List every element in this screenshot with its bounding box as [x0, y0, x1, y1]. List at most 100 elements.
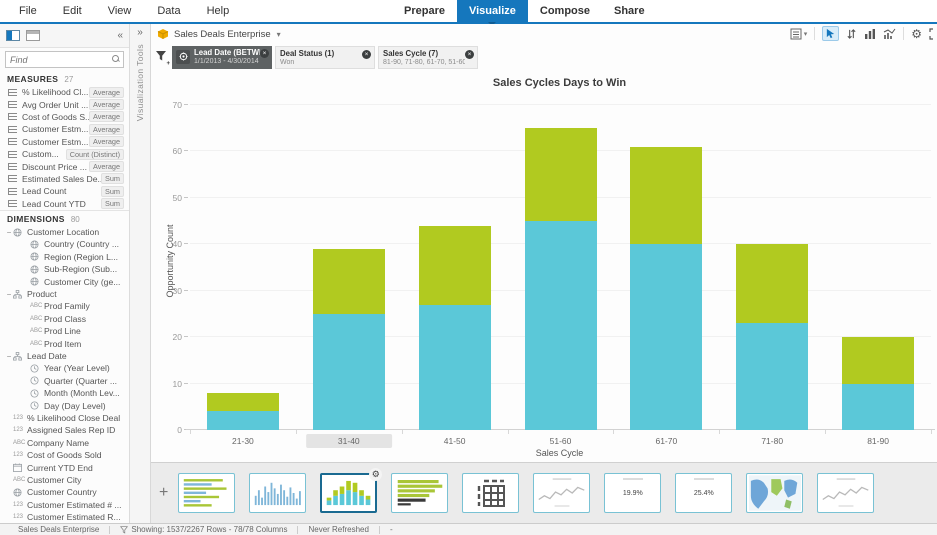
bar-segment-lower[interactable]	[525, 221, 597, 430]
tab-compose[interactable]: Compose	[528, 0, 602, 22]
dimension-row[interactable]: ABCProd Item	[0, 337, 129, 349]
layout-left-panel-icon[interactable]	[6, 30, 20, 41]
dimension-row[interactable]: Sub-Region (Sub...	[0, 263, 129, 275]
stacked-bar-51-60[interactable]	[525, 128, 597, 430]
collapse-node-icon[interactable]: −	[5, 228, 13, 237]
bar-segment-lower[interactable]	[207, 411, 279, 430]
ranking-icon[interactable]	[864, 28, 876, 40]
bar-segment-lower[interactable]	[842, 384, 914, 430]
gallery-thumb-stacked-bars-h[interactable]	[391, 473, 448, 513]
settings-gear-icon[interactable]: ⚙	[911, 28, 922, 40]
bar-segment-lower[interactable]	[419, 305, 491, 430]
menu-file[interactable]: File	[6, 5, 50, 17]
tab-prepare[interactable]: Prepare	[392, 0, 457, 22]
layout-top-panel-icon[interactable]	[26, 30, 40, 41]
stacked-bar-61-70[interactable]	[630, 147, 702, 430]
thumbnail-settings-gear-icon[interactable]: ⚙	[369, 468, 382, 481]
bar-segment-upper[interactable]	[842, 337, 914, 383]
x-category-label[interactable]: 51-60	[550, 434, 572, 448]
expand-tools-icon[interactable]: »	[130, 24, 150, 38]
dimension-row[interactable]: Customer Country	[0, 486, 129, 498]
gallery-thumb-stacked-columns-selected[interactable]: ⚙	[320, 473, 377, 513]
dimension-row[interactable]: Day (Day Level)	[0, 399, 129, 411]
gallery-thumb-kpi[interactable]: 25.4%	[675, 473, 732, 513]
dimension-row[interactable]: Region (Region L...	[0, 251, 129, 263]
gallery-thumb-kpi[interactable]: 19.9%	[604, 473, 661, 513]
x-category-label[interactable]: 61-70	[655, 434, 677, 448]
stacked-bar-31-40[interactable]	[313, 249, 385, 430]
dimension-row[interactable]: Country (Country ...	[0, 238, 129, 250]
bar-segment-upper[interactable]	[207, 393, 279, 412]
dimension-row[interactable]: ABCProd Line	[0, 325, 129, 337]
measure-row[interactable]: Customer Estm...Average	[0, 123, 129, 135]
measure-row[interactable]: Lead CountSum	[0, 185, 129, 197]
bar-segment-upper[interactable]	[313, 249, 385, 314]
sort-icon[interactable]	[846, 28, 857, 40]
gallery-thumb-line[interactable]	[817, 473, 874, 513]
maximize-icon[interactable]	[929, 28, 937, 40]
menu-data[interactable]: Data	[144, 5, 193, 17]
filter-token-sales-cycle[interactable]: Sales Cycle (7) 81-90, 71-80, 61-70, 51-…	[378, 46, 478, 69]
bar-segment-upper[interactable]	[419, 226, 491, 305]
dimension-row[interactable]: ABCProd Class	[0, 313, 129, 325]
gallery-thumb-map[interactable]	[746, 473, 803, 513]
measure-row[interactable]: Custom...Count (Distinct)	[0, 148, 129, 160]
x-category-label[interactable]: 71-80	[761, 434, 783, 448]
dimension-row[interactable]: −Product	[0, 288, 129, 300]
bar-segment-upper[interactable]	[630, 147, 702, 245]
measure-row[interactable]: Customer Estm...Average	[0, 136, 129, 148]
dimension-row[interactable]: Quarter (Quarter ...	[0, 375, 129, 387]
find-input[interactable]	[6, 55, 106, 65]
gallery-thumb-line[interactable]	[533, 473, 590, 513]
bar-segment-lower[interactable]	[736, 323, 808, 430]
x-category-label[interactable]: 31-40	[306, 434, 392, 448]
add-filter-icon[interactable]: +	[155, 50, 167, 65]
collapse-panel-icon[interactable]: «	[117, 30, 123, 41]
dimension-row[interactable]: ABCCustomer City	[0, 474, 129, 486]
bar-segment-upper[interactable]	[736, 244, 808, 323]
collapse-node-icon[interactable]: −	[5, 352, 13, 361]
view-mode-dropdown[interactable]: ▾	[790, 28, 808, 40]
trend-chart-icon[interactable]	[883, 28, 896, 40]
menu-view[interactable]: View	[95, 5, 145, 17]
tab-share[interactable]: Share	[602, 0, 657, 22]
close-icon[interactable]: ×	[465, 50, 474, 59]
dataset-chevron-down-icon[interactable]: ▾	[277, 30, 281, 39]
gallery-thumb-crosstab[interactable]	[462, 473, 519, 513]
dataset-title[interactable]: Sales Deals Enterprise	[174, 29, 271, 40]
filter-token-lead-date[interactable]: Lead Date (BETWEEN) 1/1/2013 - 4/30/2014…	[172, 46, 272, 69]
tab-visualize[interactable]: Visualize	[457, 0, 528, 22]
dimension-row[interactable]: Current YTD End	[0, 461, 129, 473]
measure-row[interactable]: Avg Order Unit ...Average	[0, 98, 129, 110]
close-icon[interactable]: ×	[362, 50, 371, 59]
dimension-row[interactable]: 123% Likelihood Close Deal	[0, 412, 129, 424]
filter-token-deal-status[interactable]: Deal Status (1) Won ×	[275, 46, 375, 69]
dimension-row[interactable]: Customer City (ge...	[0, 275, 129, 287]
measure-row[interactable]: % Likelihood Cl...Average	[0, 86, 129, 98]
dimension-row[interactable]: ABCProd Family	[0, 300, 129, 312]
bar-segment-lower[interactable]	[630, 244, 702, 430]
bar-segment-lower[interactable]	[313, 314, 385, 430]
dimension-row[interactable]: Month (Month Lev...	[0, 387, 129, 399]
x-category-label[interactable]: 41-50	[444, 434, 466, 448]
menu-help[interactable]: Help	[194, 5, 243, 17]
add-visualization-button[interactable]: +	[155, 484, 178, 502]
stacked-bar-71-80[interactable]	[736, 244, 808, 430]
gallery-thumb-bars-h[interactable]	[178, 473, 235, 513]
menu-edit[interactable]: Edit	[50, 5, 95, 17]
bar-segment-upper[interactable]	[525, 128, 597, 221]
measure-row[interactable]: Cost of Goods S...Average	[0, 111, 129, 123]
dimension-row[interactable]: 123Cost of Goods Sold	[0, 449, 129, 461]
stacked-bar-21-30[interactable]	[207, 393, 279, 430]
dimension-row[interactable]: 123Customer Estimated R...	[0, 511, 129, 523]
dimension-row[interactable]: −Customer Location	[0, 226, 129, 238]
dimension-row[interactable]: ABCCompany Name	[0, 437, 129, 449]
close-icon[interactable]: ×	[260, 49, 269, 58]
select-tool-icon[interactable]	[822, 26, 839, 41]
measure-row[interactable]: Lead Count YTDSum	[0, 198, 129, 210]
dimension-row[interactable]: −Lead Date	[0, 350, 129, 362]
dimension-row[interactable]: Year (Year Level)	[0, 362, 129, 374]
gallery-thumb-columns[interactable]	[249, 473, 306, 513]
measure-row[interactable]: Estimated Sales De...Sum	[0, 173, 129, 185]
dimension-row[interactable]: 123Assigned Sales Rep ID	[0, 424, 129, 436]
